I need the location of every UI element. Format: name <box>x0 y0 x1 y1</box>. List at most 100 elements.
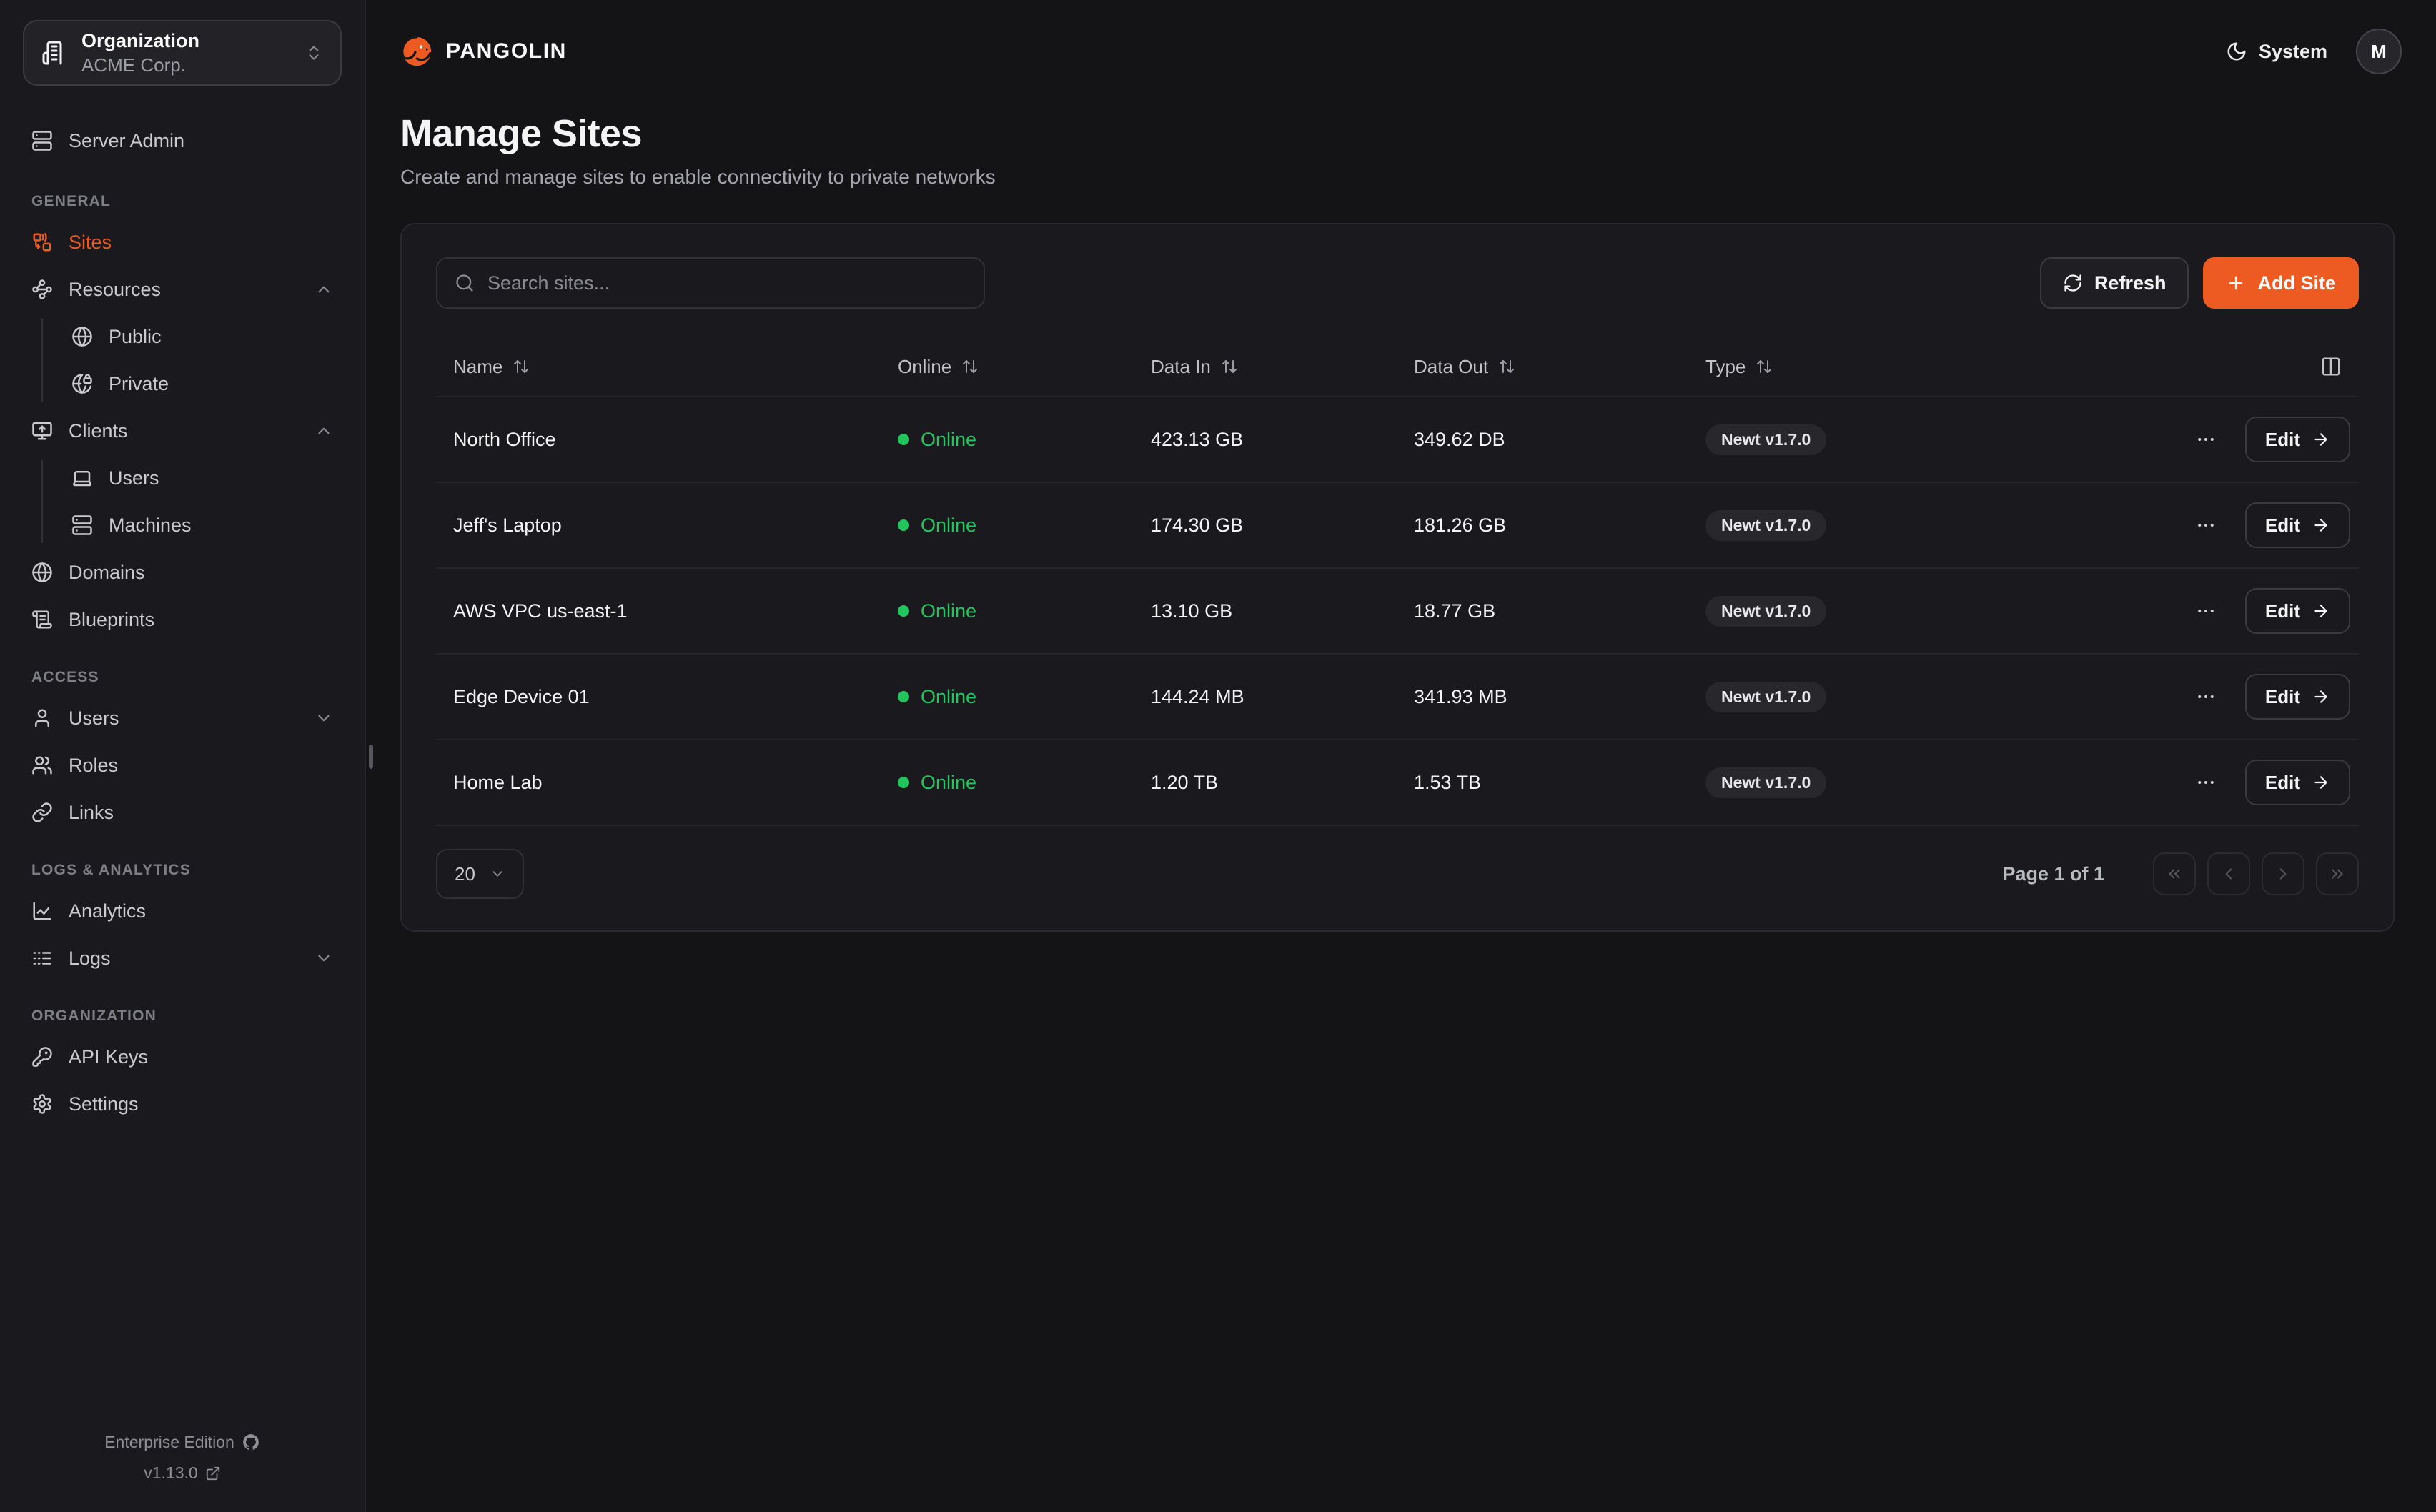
sidebar-item-server-admin[interactable]: Server Admin <box>23 117 342 164</box>
github-icon[interactable] <box>242 1433 260 1451</box>
org-switcher[interactable]: Organization ACME Corp. <box>23 20 342 86</box>
sidebar-footer: Enterprise Edition v1.13.0 <box>23 1427 342 1489</box>
row-menu-button[interactable] <box>2189 766 2222 799</box>
sidebar-item-users[interactable]: Users <box>23 695 342 742</box>
sidebar-item-machines[interactable]: Machines <box>57 502 342 549</box>
site-status: Online <box>881 772 1134 794</box>
online-dot <box>898 605 909 617</box>
sidebar-item-analytics[interactable]: Analytics <box>23 887 342 935</box>
sort-icon <box>1498 358 1515 375</box>
column-label: Type <box>1705 356 1746 378</box>
sidebar-item-public[interactable]: Public <box>57 313 342 360</box>
sidebar-item-settings[interactable]: Settings <box>23 1080 342 1128</box>
theme-toggle[interactable]: System <box>2226 41 2327 63</box>
column-header-data-out[interactable]: Data Out <box>1397 356 1688 378</box>
sites-table: Name Online Data In Data Out <box>436 337 2359 826</box>
sidebar: Organization ACME Corp. Server Admin GEN… <box>0 0 366 1512</box>
sites-icon <box>31 232 53 253</box>
columns-icon[interactable] <box>2320 356 2342 377</box>
sidebar-item-api-keys[interactable]: API Keys <box>23 1033 342 1080</box>
globe-icon <box>31 562 53 583</box>
edit-label: Edit <box>2265 514 2300 537</box>
site-data-out: 1.53 TB <box>1397 772 1688 794</box>
sidebar-item-label: Machines <box>109 514 333 537</box>
edit-button[interactable]: Edit <box>2245 588 2350 634</box>
edit-label: Edit <box>2265 772 2300 794</box>
ellipsis-icon <box>2195 686 2217 707</box>
pagination-right: Page 1 of 1 <box>2002 852 2359 895</box>
edit-label: Edit <box>2265 686 2300 708</box>
site-status: Online <box>881 686 1134 708</box>
page-info: Page 1 of 1 <box>2002 863 2104 885</box>
table-body: North Office Online 423.13 GB 349.62 DB … <box>436 397 2359 826</box>
search-input[interactable] <box>487 272 966 294</box>
chart-line-icon <box>31 900 53 922</box>
globe-icon <box>71 326 93 347</box>
sidebar-item-blueprints[interactable]: Blueprints <box>23 596 342 643</box>
site-name: AWS VPC us-east-1 <box>436 600 881 622</box>
monitor-up-icon <box>31 420 53 442</box>
section-label-general: GENERAL <box>31 193 333 210</box>
sidebar-item-client-users[interactable]: Users <box>57 454 342 502</box>
site-type-cell: Newt v1.7.0 <box>1688 510 2051 541</box>
sidebar-item-private[interactable]: Private <box>57 360 342 407</box>
sidebar-item-roles[interactable]: Roles <box>23 742 342 789</box>
sidebar-item-clients[interactable]: Clients <box>23 407 342 454</box>
edit-button[interactable]: Edit <box>2245 502 2350 548</box>
previous-page-button[interactable] <box>2207 852 2250 895</box>
row-actions: Edit <box>2051 417 2359 462</box>
edit-button[interactable]: Edit <box>2245 417 2350 462</box>
first-page-button[interactable] <box>2153 852 2196 895</box>
edit-button[interactable]: Edit <box>2245 674 2350 720</box>
brand[interactable]: PANGOLIN <box>400 35 567 68</box>
sidebar-item-resources[interactable]: Resources <box>23 266 342 313</box>
server-icon <box>31 130 53 151</box>
column-header-data-in[interactable]: Data In <box>1134 356 1397 378</box>
column-header-name[interactable]: Name <box>436 356 881 378</box>
column-header-online[interactable]: Online <box>881 356 1134 378</box>
table-row: Jeff's Laptop Online 174.30 GB 181.26 GB… <box>436 483 2359 569</box>
sidebar-item-label: Roles <box>69 755 333 777</box>
sidebar-item-sites[interactable]: Sites <box>23 219 342 266</box>
sidebar-item-links[interactable]: Links <box>23 789 342 836</box>
site-type-badge: Newt v1.7.0 <box>1705 596 1826 627</box>
site-status: Online <box>881 514 1134 537</box>
status-label: Online <box>921 429 976 451</box>
row-menu-button[interactable] <box>2189 595 2222 627</box>
arrow-right-icon <box>2312 602 2330 620</box>
add-site-button[interactable]: Add Site <box>2203 257 2359 309</box>
site-type-badge: Newt v1.7.0 <box>1705 767 1826 798</box>
avatar[interactable]: M <box>2356 29 2402 74</box>
link-icon <box>31 802 53 823</box>
status-label: Online <box>921 772 976 794</box>
refresh-icon <box>2063 273 2083 293</box>
sidebar-item-label: Analytics <box>69 900 333 922</box>
sidebar-item-logs[interactable]: Logs <box>23 935 342 982</box>
table-row: AWS VPC us-east-1 Online 13.10 GB 18.77 … <box>436 569 2359 655</box>
org-name: ACME Corp. <box>81 54 290 77</box>
edit-button[interactable]: Edit <box>2245 760 2350 805</box>
site-name: Home Lab <box>436 772 881 794</box>
page-size-select[interactable]: 20 <box>436 849 524 899</box>
sort-icon <box>1756 358 1773 375</box>
main-content: PANGOLIN System M Manage Sites Create an… <box>367 0 2436 1512</box>
external-link-icon[interactable] <box>205 1466 221 1481</box>
next-page-button[interactable] <box>2262 852 2304 895</box>
row-menu-button[interactable] <box>2189 680 2222 713</box>
site-status: Online <box>881 429 1134 451</box>
online-dot <box>898 434 909 445</box>
refresh-button[interactable]: Refresh <box>2040 257 2189 309</box>
site-type-cell: Newt v1.7.0 <box>1688 424 2051 455</box>
last-page-button[interactable] <box>2316 852 2359 895</box>
row-menu-button[interactable] <box>2189 423 2222 456</box>
site-type-badge: Newt v1.7.0 <box>1705 510 1826 541</box>
column-header-type[interactable]: Type <box>1688 356 2051 378</box>
refresh-label: Refresh <box>2094 272 2167 294</box>
clients-subgroup: Users Machines <box>23 454 342 549</box>
sidebar-item-label: Resources <box>69 279 299 301</box>
column-label: Data In <box>1151 356 1211 378</box>
row-menu-button[interactable] <box>2189 509 2222 542</box>
online-dot <box>898 519 909 531</box>
topbar-right: System M <box>2226 29 2402 74</box>
sidebar-item-domains[interactable]: Domains <box>23 549 342 596</box>
